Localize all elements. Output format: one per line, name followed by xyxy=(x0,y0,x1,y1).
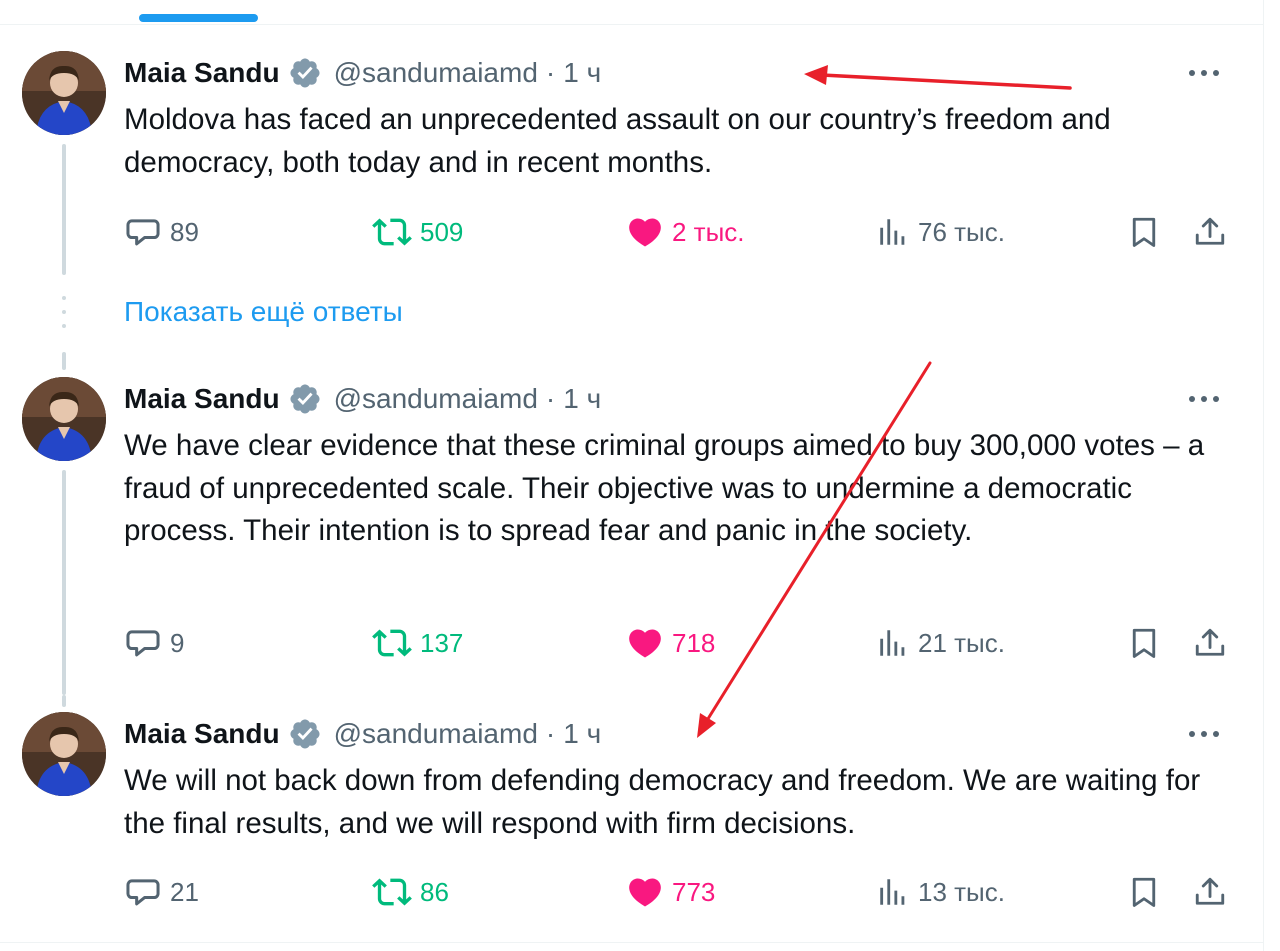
thread-line-connector xyxy=(62,352,66,370)
bookmark-icon[interactable] xyxy=(1126,623,1162,663)
retweet-count: 509 xyxy=(420,216,464,247)
verified-badge-icon[interactable] xyxy=(288,382,322,416)
retweet-count: 137 xyxy=(420,627,464,658)
share-upload-icon[interactable] xyxy=(1192,623,1228,663)
avatar[interactable] xyxy=(22,51,106,135)
like-button[interactable]: 718 xyxy=(626,623,715,663)
retweet-icon xyxy=(372,872,412,912)
author-name[interactable]: Maia Sandu xyxy=(124,718,280,750)
retweet-icon xyxy=(372,212,412,252)
retweet-button[interactable]: 509 xyxy=(372,212,463,252)
bookmark-icon[interactable] xyxy=(1126,212,1162,252)
reply-button[interactable]: 9 xyxy=(124,623,184,663)
dot-separator: · xyxy=(545,383,556,414)
retweet-button[interactable]: 137 xyxy=(372,623,463,663)
more-dots-icon[interactable] xyxy=(1184,379,1224,419)
thread-page: Maia Sandu @sandumaiamd · 1 ч Moldova ha… xyxy=(0,0,1280,951)
show-more-replies-link[interactable]: Показать ещё ответы xyxy=(124,296,403,328)
timestamp[interactable]: 1 ч xyxy=(563,383,601,415)
author-handle[interactable]: @sandumaiamd xyxy=(334,57,538,89)
like-count: 773 xyxy=(672,876,716,907)
views-count: 21 тыс. xyxy=(918,627,1005,658)
action-bar: 9 137 718 21 тыс. xyxy=(124,623,1234,663)
tweet-text: We will not back down from defending dem… xyxy=(124,764,1201,840)
tweet[interactable]: Maia Sandu @sandumaiamd · 1 ч Moldova ha… xyxy=(0,0,1264,280)
tweet-header: Maia Sandu @sandumaiamd · 1 ч xyxy=(124,379,601,419)
timestamp[interactable]: 1 ч xyxy=(563,718,601,750)
author-handle[interactable]: @sandumaiamd xyxy=(334,383,538,415)
timestamp[interactable]: 1 ч xyxy=(563,57,601,89)
action-bar: 21 86 773 13 тыс. xyxy=(124,872,1234,912)
views-button[interactable]: 76 тыс. xyxy=(876,212,1005,252)
views-bars-icon xyxy=(876,215,910,249)
reply-count: 9 xyxy=(170,627,185,658)
reply-bubble-icon xyxy=(124,873,162,911)
retweet-button[interactable]: 86 xyxy=(372,872,449,912)
bookmark-icon[interactable] xyxy=(1126,872,1162,912)
heart-filled-icon xyxy=(626,213,664,251)
reply-bubble-icon xyxy=(124,624,162,662)
thread-line-connector xyxy=(62,695,66,707)
reply-bubble-icon xyxy=(124,213,162,251)
heart-filled-icon xyxy=(626,624,664,662)
thread-line xyxy=(62,144,66,275)
like-count: 2 тыс. xyxy=(672,216,745,247)
dot-separator: · xyxy=(545,57,556,88)
views-count: 13 тыс. xyxy=(918,876,1005,907)
verified-badge-icon[interactable] xyxy=(288,717,322,751)
heart-filled-icon xyxy=(626,873,664,911)
dot-separator: · xyxy=(545,718,556,749)
like-button[interactable]: 773 xyxy=(626,872,715,912)
reply-count: 89 xyxy=(170,216,199,247)
tweet[interactable]: Maia Sandu @sandumaiamd · 1 ч We have cl… xyxy=(0,350,1264,695)
share-upload-icon[interactable] xyxy=(1192,212,1228,252)
tweet-header: Maia Sandu @sandumaiamd · 1 ч xyxy=(124,714,601,754)
tweet[interactable]: Maia Sandu @sandumaiamd · 1 ч We will no… xyxy=(0,695,1264,942)
views-button[interactable]: 13 тыс. xyxy=(876,872,1005,912)
author-name[interactable]: Maia Sandu xyxy=(124,57,280,89)
avatar[interactable] xyxy=(22,712,106,796)
thread-line xyxy=(62,470,66,695)
more-dots-icon[interactable] xyxy=(1184,53,1224,93)
tweet-header: Maia Sandu @sandumaiamd · 1 ч xyxy=(124,53,601,93)
avatar[interactable] xyxy=(22,377,106,461)
tweet-text: We have clear evidence that these crimin… xyxy=(124,429,1205,547)
views-bars-icon xyxy=(876,626,910,660)
retweet-count: 86 xyxy=(420,876,449,907)
verified-badge-icon[interactable] xyxy=(288,56,322,90)
bottom-divider xyxy=(0,942,1264,943)
like-count: 718 xyxy=(672,627,716,658)
reply-button[interactable]: 89 xyxy=(124,212,199,252)
share-upload-icon[interactable] xyxy=(1192,872,1228,912)
views-bars-icon xyxy=(876,875,910,909)
views-button[interactable]: 21 тыс. xyxy=(876,623,1005,663)
reply-count: 21 xyxy=(170,876,199,907)
author-name[interactable]: Maia Sandu xyxy=(124,383,280,415)
like-button[interactable]: 2 тыс. xyxy=(626,212,745,252)
views-count: 76 тыс. xyxy=(918,216,1005,247)
tweet-text: Moldova has faced an unprecedented assau… xyxy=(124,103,1111,179)
thread-gap-dots xyxy=(62,296,66,338)
retweet-icon xyxy=(372,623,412,663)
author-handle[interactable]: @sandumaiamd xyxy=(334,718,538,750)
action-bar: 89 509 2 тыс. 76 тыс. xyxy=(124,212,1234,252)
more-dots-icon[interactable] xyxy=(1184,714,1224,754)
reply-button[interactable]: 21 xyxy=(124,872,199,912)
